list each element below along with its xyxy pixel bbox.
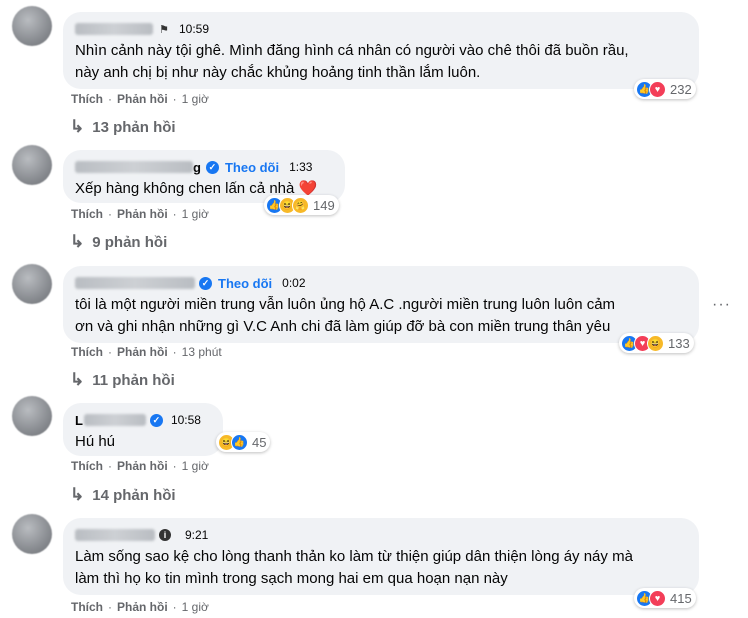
reply-button[interactable]: Phản hồi [117,345,168,359]
reaction-summary[interactable]: 😆 👍 45 [216,432,271,452]
comment-actions: Thích · Phản hồi · 1 giờ [71,92,209,106]
comment-actions: Thích · Phản hồi · 1 giờ [71,459,209,473]
reaction-summary[interactable]: 👍 😆 🤗 149 [264,195,339,215]
view-replies-button[interactable]: ↳ 11 phản hồi [70,370,175,390]
avatar[interactable] [12,264,52,304]
reaction-count: 133 [668,335,690,351]
comment-text: Hú hú [75,433,116,450]
reply-button[interactable]: Phản hồi [117,459,168,473]
like-button[interactable]: Thích [71,459,103,473]
author-name-initial: L [75,412,83,428]
timestamp[interactable]: 1:33 [289,160,312,174]
reaction-count: 149 [313,197,335,213]
separator: · [108,345,112,359]
replies-count: 11 phản hồi [92,371,175,389]
avatar[interactable] [12,145,52,185]
comment-bubble: ⚑ 10:59 Nhìn cảnh này tội ghê. Mình đăng… [63,12,699,89]
comment-bubble: i 9:21 Làm sống sao kệ cho lòng thanh th… [63,518,699,595]
comment-header: i 9:21 [75,526,687,544]
avatar[interactable] [12,514,52,554]
replies-count: 9 phản hồi [92,233,168,251]
reply-arrow-icon: ↳ [70,485,85,504]
reply-button[interactable]: Phản hồi [117,600,168,614]
separator: · [108,600,112,614]
separator: · [172,207,177,221]
author-name[interactable] [75,277,195,289]
flag-icon: ⚑ [159,23,169,36]
more-options-button[interactable]: ··· [712,296,731,314]
author-name[interactable] [83,414,146,426]
follow-button[interactable]: Theo dõi [218,276,272,291]
view-replies-button[interactable]: ↳ 14 phản hồi [70,485,176,505]
comment-text: tôi là một người miền trung vẫn luôn ủng… [75,296,616,335]
like-button[interactable]: Thích [71,207,103,221]
comment-header: L ✓ 10:58 [75,411,211,429]
like-button[interactable]: Thích [71,92,103,106]
reaction-summary[interactable]: 👍 ♥ 415 [634,588,696,608]
timestamp[interactable]: 10:59 [179,22,209,36]
time-ago[interactable]: 1 giờ [182,459,209,473]
comment-header: ✓ Theo dõi 0:02 [75,274,687,292]
haha-icon: 😆 [647,334,664,352]
comment-actions: Thích · Phản hồi · 13 phút [71,345,222,359]
reply-button[interactable]: Phản hồi [117,207,168,221]
separator: · [108,207,112,221]
time-ago[interactable]: 1 giờ [182,600,209,614]
timestamp[interactable]: 10:58 [171,413,201,427]
reaction-summary[interactable]: 👍 ♥ 😆 133 [619,333,694,353]
follow-button[interactable]: Theo dõi [225,160,279,175]
replies-count: 13 phản hồi [92,118,176,136]
like-icon: 👍 [231,433,248,451]
verified-icon: ✓ [205,160,219,174]
avatar[interactable] [12,396,52,436]
author-name-tail: g [193,159,201,175]
view-replies-button[interactable]: ↳ 13 phản hồi [70,117,176,137]
replies-count: 14 phản hồi [92,486,176,504]
love-icon: ♥ [649,589,666,607]
reaction-summary[interactable]: 👍 ♥ 232 [634,79,696,99]
comment-actions: Thích · Phản hồi · 1 giờ [71,600,209,614]
comment-text: Làm sống sao kệ cho lòng thanh thản ko l… [75,548,633,587]
comment-actions: Thích · Phản hồi · 1 giờ [71,207,209,221]
verified-icon: ✓ [199,276,212,290]
like-button[interactable]: Thích [71,345,103,359]
timestamp[interactable]: 9:21 [185,528,208,542]
separator: · [172,600,177,614]
love-icon: ♥ [649,80,666,98]
time-ago[interactable]: 1 giờ [182,92,209,106]
view-replies-button[interactable]: ↳ 9 phản hồi [70,232,167,252]
author-name[interactable] [75,161,193,173]
separator: · [172,345,177,359]
time-ago[interactable]: 1 giờ [182,207,209,221]
time-ago[interactable]: 13 phút [182,345,222,359]
comment-text: Nhìn cảnh này tội ghê. Mình đăng hình cá… [75,42,629,81]
comment-bubble: L ✓ 10:58 Hú hú [63,403,223,456]
info-icon: i [159,529,171,541]
comment-bubble: ✓ Theo dõi 0:02 tôi là một người miền tr… [63,266,699,343]
separator: · [108,459,112,473]
reply-arrow-icon: ↳ [70,232,85,251]
reply-arrow-icon: ↳ [70,370,85,389]
separator: · [172,459,177,473]
author-name[interactable] [75,23,153,35]
reply-arrow-icon: ↳ [70,117,85,136]
reply-button[interactable]: Phản hồi [117,92,168,106]
separator: · [108,92,112,106]
reaction-count: 232 [670,81,692,97]
timestamp[interactable]: 0:02 [282,276,305,290]
comment-header: g ✓ Theo dõi 1:33 [75,158,333,176]
avatar[interactable] [12,6,52,46]
separator: · [172,92,177,106]
comment-header: ⚑ 10:59 [75,20,687,38]
reaction-count: 415 [670,590,692,606]
reaction-count: 45 [252,434,267,450]
care-icon: 🤗 [292,196,309,214]
verified-icon: ✓ [149,413,163,427]
author-name[interactable] [75,529,155,541]
like-button[interactable]: Thích [71,600,103,614]
